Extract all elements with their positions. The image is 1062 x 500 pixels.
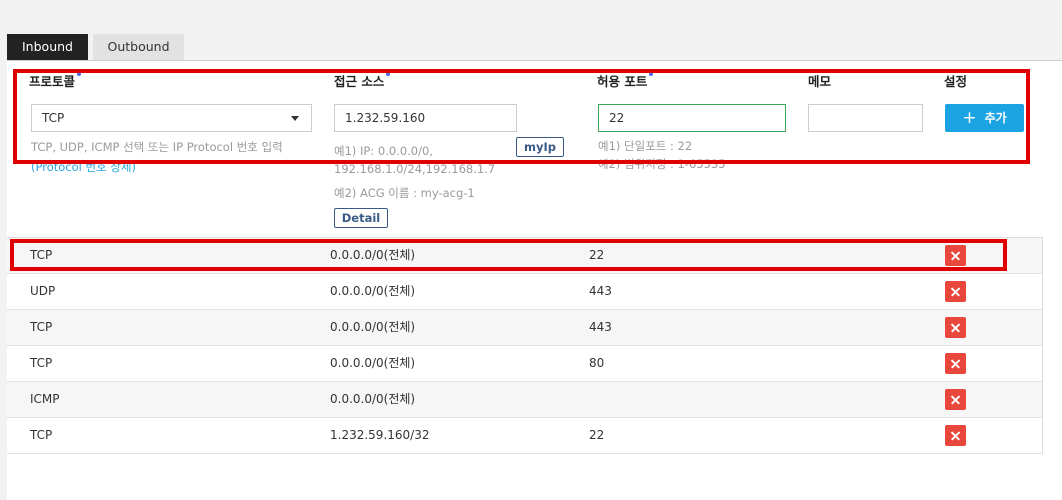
rule-source: 0.0.0.0/0(전체)	[330, 320, 416, 334]
rule-source: 1.232.59.160/32	[330, 428, 430, 442]
plus-icon: +	[962, 108, 977, 128]
table-row: TCP 0.0.0.0/0(전체) 80	[7, 346, 1042, 382]
required-dot-icon	[77, 72, 82, 76]
header-memo: 메모	[808, 74, 832, 89]
rule-protocol: ICMP	[30, 392, 60, 406]
rule-protocol: TCP	[30, 248, 53, 262]
protocol-hint: TCP, UDP, ICMP 선택 또는 IP Protocol 번호 입력	[31, 140, 283, 154]
rule-source: 0.0.0.0/0(전체)	[330, 248, 416, 262]
rule-port: 443	[589, 320, 612, 334]
rule-source: 0.0.0.0/0(전체)	[330, 392, 416, 406]
port-hint-line: 예1) 단일포트 : 22	[598, 139, 693, 153]
table-row: TCP 0.0.0.0/0(전체) 443	[7, 310, 1042, 346]
add-rule-label: 추가	[984, 111, 1007, 125]
port-hint: 예1) 단일포트 : 22 예2) 범위지정 : 1-65535	[598, 138, 726, 174]
required-dot-icon	[649, 72, 654, 76]
rules-table: TCP 0.0.0.0/0(전체) 22 UDP 0.0.0.0/0(전체) 4…	[7, 237, 1043, 454]
header-source: 접근 소스	[334, 71, 391, 90]
source-input[interactable]: 1.232.59.160	[334, 104, 517, 132]
tab-inbound[interactable]: Inbound	[7, 34, 88, 60]
rule-port: 22	[589, 428, 605, 442]
rule-port: 443	[589, 284, 612, 298]
source-input-value: 1.232.59.160	[345, 111, 426, 125]
delete-rule-icon[interactable]	[945, 425, 966, 446]
rule-port: 80	[589, 356, 605, 370]
table-row: ICMP 0.0.0.0/0(전체)	[7, 382, 1042, 418]
delete-rule-icon[interactable]	[945, 245, 966, 266]
rule-port: 22	[589, 248, 605, 262]
rule-source: 0.0.0.0/0(전체)	[330, 284, 416, 298]
delete-rule-icon[interactable]	[945, 389, 966, 410]
protocol-select-value: TCP	[42, 111, 65, 125]
memo-input[interactable]	[808, 104, 923, 132]
rule-protocol: TCP	[30, 320, 53, 334]
source-hint: 예1) IP: 0.0.0.0/0, 192.168.1.0/24,192.16…	[334, 143, 495, 202]
tab-bar: Inbound Outbound	[7, 34, 184, 62]
myip-button[interactable]: myIp	[516, 137, 564, 157]
required-dot-icon	[386, 72, 391, 76]
table-row: UDP 0.0.0.0/0(전체) 443	[7, 274, 1042, 310]
header-port: 허용 포트	[597, 71, 654, 90]
acg-rules-panel: 프로토콜 접근 소스 허용 포트 메모 설정 TCP TCP, UDP, ICM…	[7, 60, 1062, 500]
rule-protocol: TCP	[30, 428, 53, 442]
source-hint-line: 예1) IP: 0.0.0.0/0,	[334, 144, 433, 158]
delete-rule-icon[interactable]	[945, 281, 966, 302]
port-hint-line: 예2) 범위지정 : 1-65535	[598, 156, 726, 171]
source-hint-line: 192.168.1.0/24,192.168.1.7	[334, 161, 496, 176]
table-row: TCP 0.0.0.0/0(전체) 22	[7, 238, 1042, 274]
port-input[interactable]: 22	[598, 104, 786, 132]
port-input-value: 22	[609, 111, 625, 125]
delete-rule-icon[interactable]	[945, 353, 966, 374]
header-protocol: 프로토콜	[29, 71, 82, 90]
caret-down-icon	[291, 116, 299, 121]
rule-source: 0.0.0.0/0(전체)	[330, 356, 416, 370]
source-hint-line: 예2) ACG 이름 : my-acg-1	[334, 185, 475, 200]
rule-protocol: UDP	[30, 284, 56, 298]
header-settings: 설정	[944, 74, 968, 89]
rule-protocol: TCP	[30, 356, 53, 370]
protocol-number-link[interactable]: (Protocol 번호 상세)	[31, 159, 136, 175]
add-rule-button[interactable]: + 추가	[945, 104, 1024, 132]
protocol-select[interactable]: TCP	[31, 104, 312, 132]
detail-button[interactable]: Detail	[334, 208, 388, 228]
table-row: TCP 1.232.59.160/32 22	[7, 418, 1042, 454]
delete-rule-icon[interactable]	[945, 317, 966, 338]
tab-outbound[interactable]: Outbound	[93, 34, 184, 60]
